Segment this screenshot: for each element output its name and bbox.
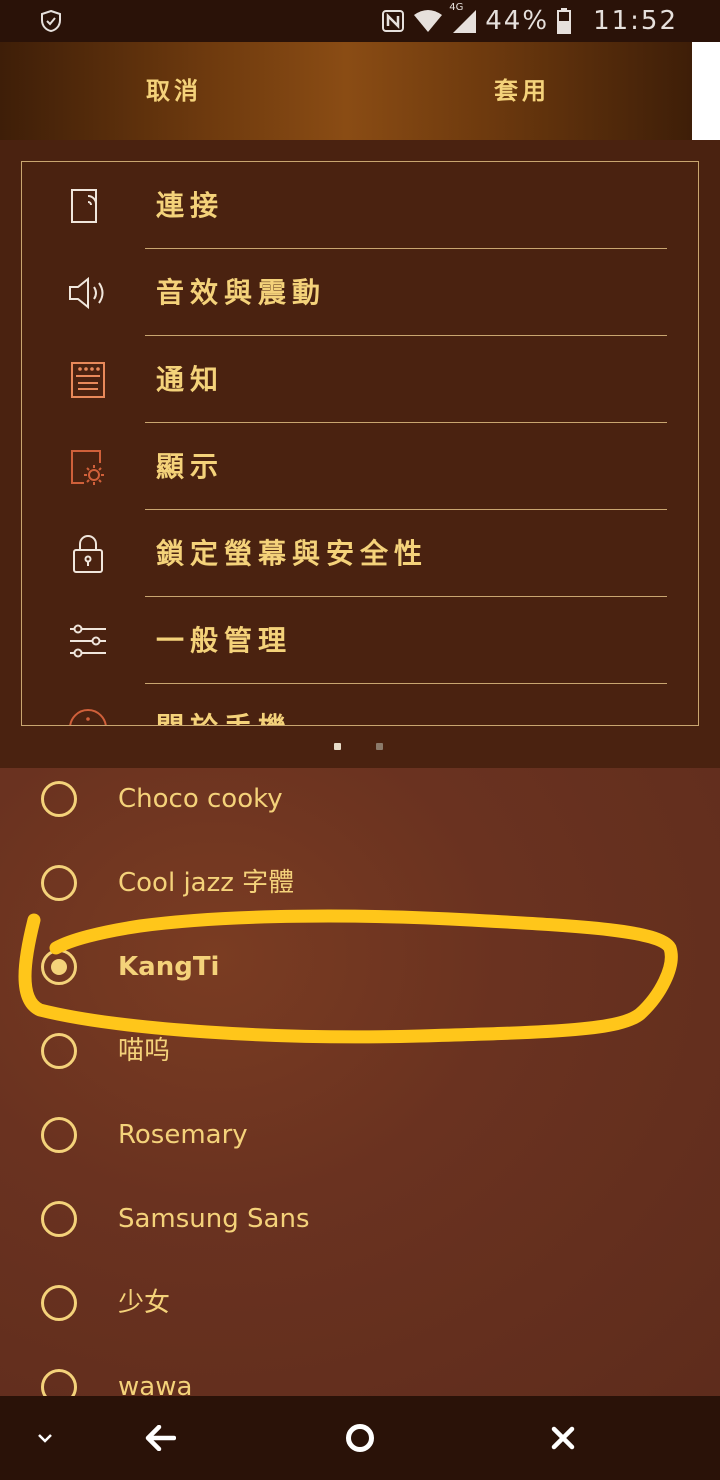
radio-button-selected[interactable] (41, 949, 77, 985)
hide-keyboard-button[interactable] (22, 1396, 68, 1480)
font-option-label: 喵呜 (118, 1036, 171, 1066)
speaker-icon (69, 276, 104, 310)
shield-icon (41, 10, 61, 32)
font-option-label: wawa (118, 1372, 193, 1396)
font-option-label: Cool jazz 字體 (118, 868, 295, 898)
preview-item-notifications: 通知 (22, 336, 698, 423)
radio-button[interactable] (41, 865, 77, 901)
page-dot-active (334, 743, 341, 750)
close-button[interactable] (540, 1396, 586, 1480)
battery-percent: 44% (485, 6, 550, 36)
wifi-icon (414, 10, 443, 32)
font-preview-panel: 連接 音效與震動 通知 顯示 鎖定螢幕與安全性 一般管理 (0, 140, 720, 768)
radio-button[interactable] (41, 1285, 77, 1321)
radio-button[interactable] (41, 1369, 77, 1396)
home-button[interactable] (336, 1396, 384, 1480)
radio-button[interactable] (41, 1117, 77, 1153)
font-option-label: Choco cooky (118, 784, 283, 814)
preview-item-label: 音效與震動 (156, 276, 327, 309)
page-indicator (334, 743, 394, 751)
font-option[interactable]: Samsung Sans (0, 1188, 720, 1272)
preview-item-general: 一般管理 (22, 597, 698, 684)
radio-button[interactable] (41, 1033, 77, 1069)
preview-item-about: 關於手機 (22, 684, 698, 725)
font-option[interactable]: 喵呜 (0, 1020, 720, 1104)
connections-icon (71, 189, 97, 223)
back-button[interactable] (136, 1396, 184, 1480)
status-bar: 4G 44% 11:52 (0, 0, 720, 42)
font-option-label: Rosemary (118, 1120, 248, 1150)
chevron-down-icon (38, 1434, 52, 1443)
font-option[interactable]: Choco cooky (0, 768, 720, 852)
back-arrow-icon (145, 1425, 176, 1451)
home-circle-icon (346, 1424, 374, 1452)
preview-item-label: 顯示 (156, 450, 225, 483)
lock-icon (73, 535, 103, 573)
info-icon (69, 709, 107, 725)
preview-item-label: 一般管理 (156, 624, 293, 657)
preview-item-label: 連接 (156, 189, 225, 222)
preview-item-display: 顯示 (22, 423, 698, 510)
preview-item-sounds: 音效與震動 (22, 249, 698, 336)
page-dot[interactable] (376, 743, 383, 750)
preview-item-label: 關於手機 (156, 684, 292, 725)
radio-button[interactable] (41, 781, 77, 817)
apply-button[interactable]: 套用 (494, 42, 550, 140)
radio-button[interactable] (41, 1201, 77, 1237)
font-option-selected[interactable]: KangTi (0, 936, 720, 1020)
preview-item-connections: 連接 (22, 162, 698, 249)
display-brightness-icon (71, 450, 104, 485)
preview-item-label: 鎖定螢幕與安全性 (156, 537, 429, 570)
font-option[interactable]: wawa (0, 1356, 720, 1396)
font-option-label: KangTi (118, 952, 220, 982)
font-style-list: Choco cooky Cool jazz 字體 KangTi 喵呜 Rosem… (0, 768, 720, 1396)
battery-icon (557, 8, 572, 34)
font-option[interactable]: Rosemary (0, 1104, 720, 1188)
status-icons: 4G 44% 11:52 (381, 2, 678, 36)
action-bar: 取消 套用 (0, 42, 720, 140)
cancel-button[interactable]: 取消 (146, 42, 202, 140)
font-option[interactable]: 少女 (0, 1272, 720, 1356)
clock: 11:52 (593, 6, 678, 36)
font-option-label: 少女 (118, 1288, 171, 1318)
font-option-label: Samsung Sans (118, 1204, 310, 1234)
preview-item-label: 通知 (156, 363, 225, 396)
nfc-icon (382, 10, 405, 32)
close-icon (551, 1426, 575, 1450)
action-bar-edge (692, 42, 720, 140)
preview-item-lockscreen: 鎖定螢幕與安全性 (22, 510, 698, 597)
font-option[interactable]: Cool jazz 字體 (0, 852, 720, 936)
notifications-icon (71, 362, 105, 398)
signal-icon (453, 10, 477, 33)
settings-preview: 連接 音效與震動 通知 顯示 鎖定螢幕與安全性 一般管理 (21, 161, 699, 726)
sliders-icon (70, 624, 106, 658)
navigation-bar (0, 1396, 720, 1480)
